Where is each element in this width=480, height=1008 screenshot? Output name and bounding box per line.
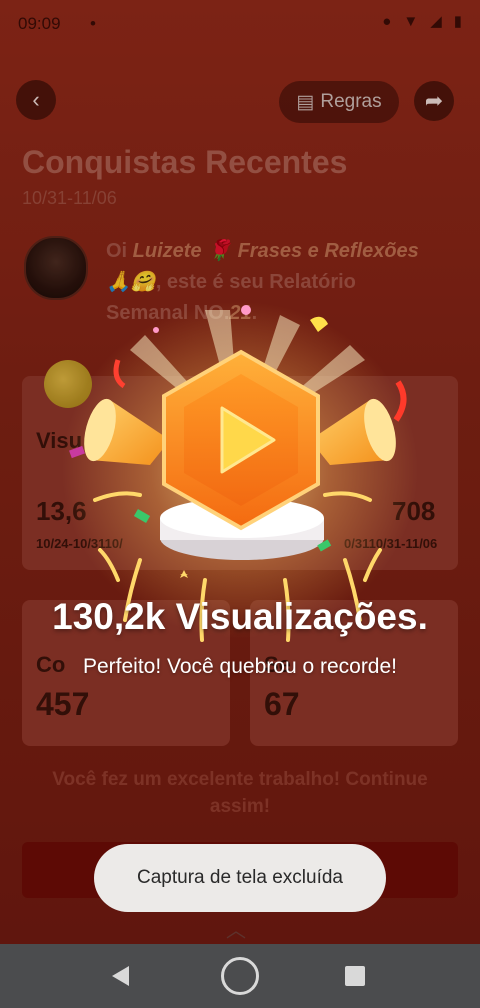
- right-horn-icon: [310, 398, 396, 465]
- nav-home-icon[interactable]: [221, 957, 259, 995]
- popup-headline: 130,2k Visualizações.: [52, 596, 428, 637]
- popup-subline: Perfeito! Você quebrou o recorde!: [82, 655, 398, 678]
- nav-back-icon[interactable]: [112, 966, 129, 986]
- nav-recents-icon[interactable]: [345, 966, 365, 986]
- left-horn-icon: [84, 398, 170, 465]
- toast-message: Captura de tela excluída: [137, 867, 343, 888]
- toast-notification: Captura de tela excluída: [94, 844, 386, 912]
